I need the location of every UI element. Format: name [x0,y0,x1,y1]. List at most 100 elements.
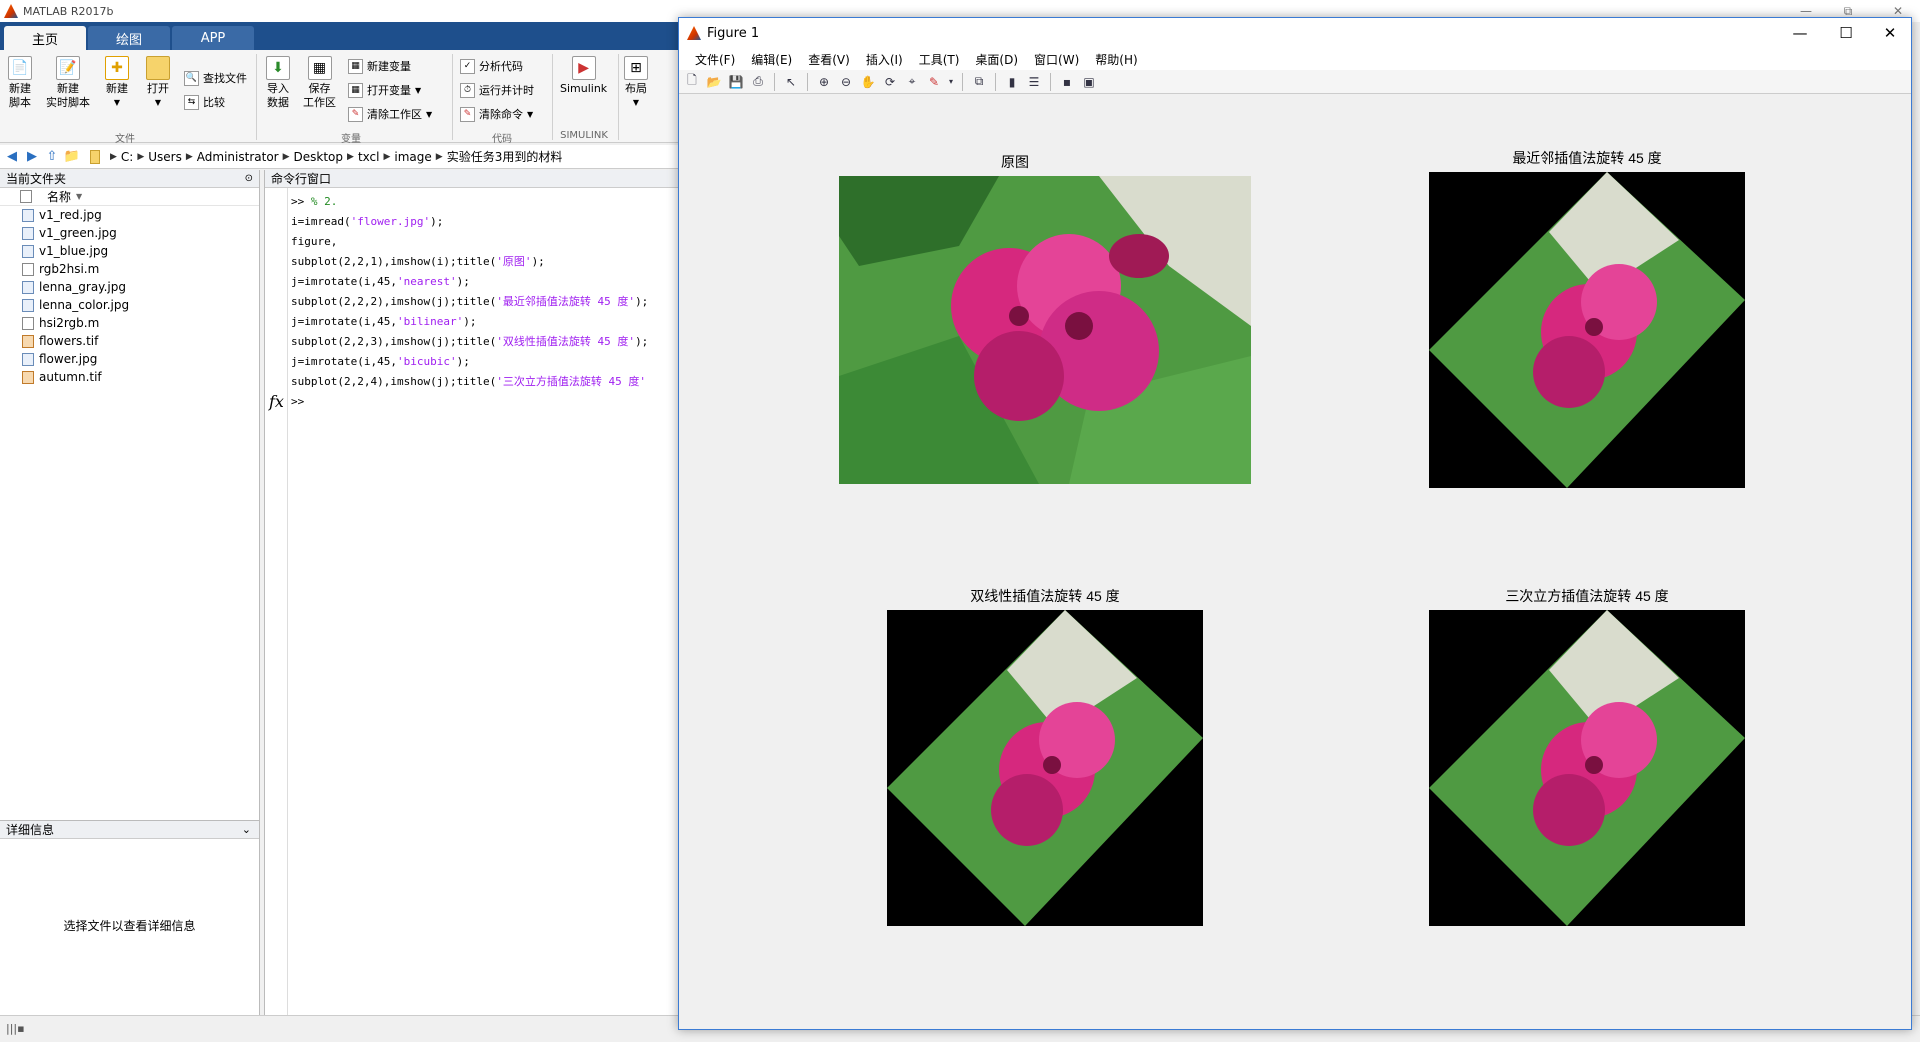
browse-folder-icon[interactable]: 📁 [64,149,80,165]
legend-icon[interactable]: ☰ [1025,73,1043,91]
file-name: hsi2rgb.m [39,316,100,330]
save-icon[interactable]: 💾 [727,73,745,91]
tab-home[interactable]: 主页 [4,26,86,50]
chevron-down-icon[interactable]: ▾ [947,73,955,91]
back-icon[interactable]: ◀ [4,149,20,165]
chevron-down-icon[interactable]: ⌄ [242,823,251,836]
file-name: autumn.tif [39,370,102,384]
breadcrumb-item[interactable]: 实验任务3用到的材料 [447,148,563,165]
link-plot-icon[interactable]: ⧉ [970,73,988,91]
forward-icon[interactable]: ▶ [24,149,40,165]
new-script-button[interactable]: 📄 新建 脚本 [8,56,32,110]
list-item[interactable]: hsi2rgb.m [0,314,259,332]
breadcrumb-item[interactable]: Desktop [294,150,344,164]
file-name: flowers.tif [39,334,99,348]
list-item[interactable]: v1_red.jpg [0,206,259,224]
run-and-time-button[interactable]: ⏱ 运行并计时 [460,82,534,98]
rotated-flower-image [887,610,1203,926]
code-token: '原图' [496,255,532,268]
new-figure-icon[interactable]: 🗋 [683,73,701,91]
panel-menu-icon[interactable]: ⊙ [245,173,253,184]
list-item[interactable]: v1_blue.jpg [0,242,259,260]
print-icon[interactable]: ⎙ [749,73,767,91]
show-plot-tools-icon[interactable]: ▣ [1080,73,1098,91]
list-item[interactable]: lenna_gray.jpg [0,278,259,296]
image-file-icon [22,226,34,240]
subplot-title: 三次立方插值法旋转 45 度 [1505,588,1669,604]
code-token: j=imrotate(i,45, [291,355,397,368]
open-button[interactable]: 打开 ▼ [146,56,170,110]
new-live-script-button[interactable]: 📝 新建 实时脚本 [46,56,90,110]
new-variable-button[interactable]: ▦ 新建变量 [348,58,411,74]
breadcrumb-item[interactable]: txcl [358,150,380,164]
import-data-button[interactable]: ⬇ 导入 数据 [266,56,290,110]
prompt-line[interactable]: fx >> [265,392,680,412]
figure-menu-item[interactable]: 窗口(W) [1026,51,1087,68]
breadcrumb-item[interactable]: Administrator [197,150,279,164]
open-variable-button[interactable]: ▦ 打开变量 ▼ [348,82,421,98]
layout-button[interactable]: ⊞ 布局 ▼ [624,56,648,110]
figure-menu-item[interactable]: 查看(V) [800,51,858,68]
image-file-icon [22,244,34,258]
list-item[interactable]: v1_green.jpg [0,224,259,242]
figure-menu-item[interactable]: 编辑(E) [743,51,800,68]
tab-apps[interactable]: APP [172,26,254,50]
command-window-header: 命令行窗口 [265,170,680,188]
file-name: v1_red.jpg [39,208,102,222]
toolbar-divider [995,72,996,91]
breadcrumb-separator-icon: ▶ [185,151,193,162]
list-item[interactable]: flowers.tif [0,332,259,350]
analyze-code-button[interactable]: ✓ 分析代码 [460,58,523,74]
file-name: flower.jpg [39,352,98,366]
image-file-icon [22,334,34,348]
command-line: figure, [265,232,680,252]
simulink-button[interactable]: ▶ Simulink [560,56,607,96]
clear-commands-button[interactable]: ✎ 清除命令 ▼ [460,106,533,122]
find-files-button[interactable]: 🔍 查找文件 [184,70,247,86]
breadcrumb-item[interactable]: Users [148,150,182,164]
group-label-code: 代码 [492,134,512,145]
zoom-in-icon[interactable]: ⊕ [815,73,833,91]
list-item[interactable]: autumn.tif [0,368,259,386]
column-header-name[interactable]: 名称 ▼ [0,188,259,206]
hide-plot-tools-icon[interactable]: ▪ [1058,73,1076,91]
breadcrumb-item[interactable]: image [394,150,431,164]
file-name: v1_blue.jpg [39,244,109,258]
figure-minimize-icon[interactable]: — [1777,18,1823,48]
tab-plots[interactable]: 绘图 [88,26,170,50]
breadcrumb-item[interactable]: C: [121,150,133,164]
brush-icon[interactable]: ✎ [925,73,943,91]
group-label-simulink: SIMULINK [560,130,608,141]
save-workspace-button[interactable]: ▦ 保存 工作区 [303,56,336,110]
figure-close-icon[interactable]: ✕ [1867,18,1913,48]
image-file-icon [22,280,34,294]
figure-menu-item[interactable]: 桌面(D) [967,51,1026,68]
select-arrow-icon[interactable]: ↖ [782,73,800,91]
open-file-icon[interactable]: 📂 [705,73,723,91]
colorbar-icon[interactable]: ▮ [1003,73,1021,91]
figure-menu-item[interactable]: 工具(T) [911,51,968,68]
rotated-flower-image [1429,172,1745,488]
data-cursor-icon[interactable]: ⌖ [903,73,921,91]
bicubic-rotated-image [1429,610,1745,926]
pan-hand-icon[interactable]: ✋ [859,73,877,91]
list-item[interactable]: flower.jpg [0,350,259,368]
command-window[interactable]: 命令行窗口 >> % 2. i=imread('flower.jpg'); figu… [264,170,680,1018]
figure-menu-item[interactable]: 插入(I) [858,51,911,68]
ribbon-divider [452,54,453,140]
compare-button[interactable]: ⇆ 比较 [184,94,225,110]
toolbar-divider [774,72,775,91]
list-item[interactable]: lenna_color.jpg [0,296,259,314]
rotate-3d-icon[interactable]: ⟳ [881,73,899,91]
clear-workspace-button[interactable]: ✎ 清除工作区 ▼ [348,106,432,122]
m-file-icon [22,262,34,276]
list-item[interactable]: rgb2hsi.m [0,260,259,278]
new-button[interactable]: ✚ 新建 ▼ [105,56,129,110]
up-folder-icon[interactable]: ⇧ [44,149,60,165]
figure-maximize-icon[interactable]: ☐ [1823,18,1869,48]
ribbon: 📄 新建 脚本 📝 新建 实时脚本 ✚ 新建 ▼ 打开 ▼ 🔍 查找文件 ⇆ 比… [0,50,680,145]
figure-menu-item[interactable]: 文件(F) [687,51,743,68]
figure-menu-item[interactable]: 帮助(H) [1087,51,1145,68]
zoom-out-icon[interactable]: ⊖ [837,73,855,91]
code-token: j=imrotate(i,45, [291,315,397,328]
